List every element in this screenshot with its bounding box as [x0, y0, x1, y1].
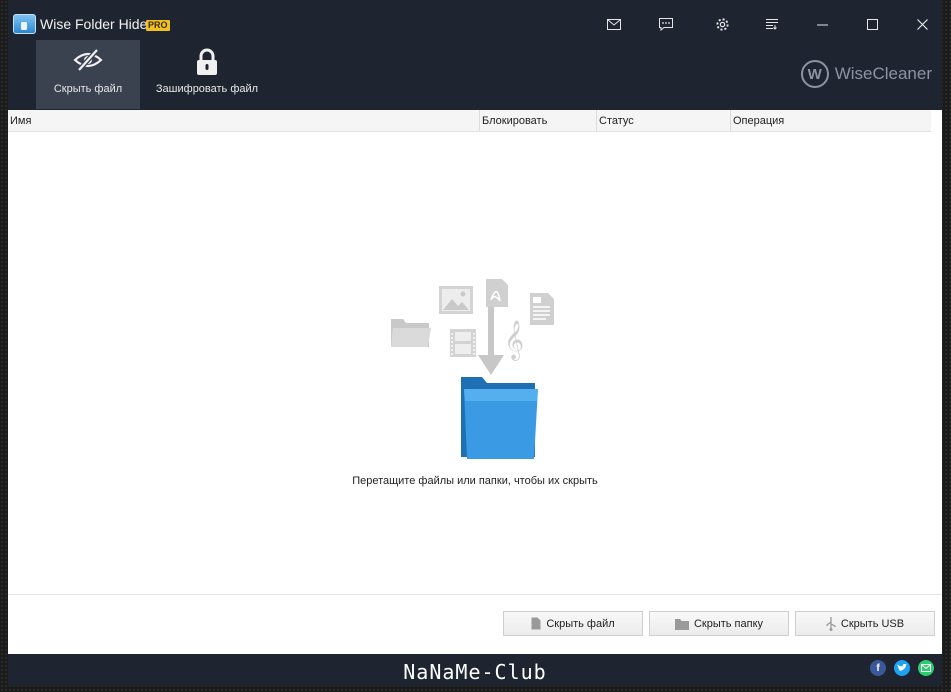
file-icon: [531, 617, 541, 630]
column-header-lock[interactable]: Блокировать: [479, 110, 596, 131]
menu-icon: [766, 19, 778, 30]
close-icon: [916, 18, 928, 30]
brand-name: WiseCleaner: [834, 64, 932, 83]
menu-button[interactable]: [754, 10, 790, 38]
title-bar[interactable]: Wise Folder Hider PRO: [8, 0, 942, 40]
hide-file-button[interactable]: Скрыть файл: [503, 611, 643, 636]
hide-file-tab[interactable]: Скрыть файл: [36, 40, 140, 109]
image-file-icon: [439, 286, 473, 314]
document-file-icon: [530, 293, 554, 325]
hide-folder-button-label: Скрыть папку: [693, 617, 764, 630]
video-file-icon: [450, 329, 476, 357]
column-header-status[interactable]: Статус: [596, 110, 730, 131]
app-window: Wise Folder Hider PRO Скрыть файл Зашифр…: [8, 0, 942, 686]
svg-text:𝄞: 𝄞: [504, 320, 524, 361]
settings-button[interactable]: [704, 10, 740, 38]
settings-icon: [715, 17, 729, 31]
maximize-icon: [866, 18, 878, 30]
feedback-icon: [659, 17, 673, 31]
column-header-name[interactable]: Имя: [8, 110, 479, 131]
minimize-icon: [816, 24, 828, 25]
main-toolbar: Скрыть файл Зашифровать файл W WiseClean…: [8, 40, 942, 109]
app-logo-icon: [13, 14, 36, 34]
folder-icon: [674, 618, 689, 630]
maximize-button[interactable]: [854, 10, 890, 38]
target-folder-icon: [461, 377, 538, 459]
pro-badge: PRO: [146, 20, 170, 31]
encrypt-file-tab-label: Зашифровать файл: [155, 83, 259, 95]
list-header: Имя Блокировать Статус Операция: [8, 110, 931, 132]
hide-usb-button[interactable]: Скрыть USB: [795, 611, 935, 636]
app-title: Wise Folder Hider: [40, 16, 153, 32]
drag-drop-illustration: 𝄞: [391, 279, 554, 459]
status-bar: NaNaMe-Club f: [8, 654, 942, 686]
minimize-button[interactable]: [804, 10, 840, 38]
lock-icon: [195, 48, 219, 79]
pdf-file-icon: [486, 279, 508, 307]
column-header-operation[interactable]: Операция: [730, 110, 931, 131]
drop-hint-text: Перетащите файлы или папки, чтобы их скр…: [352, 475, 598, 487]
email-share-icon[interactable]: [918, 660, 934, 676]
facebook-icon[interactable]: f: [870, 660, 886, 676]
arrow-down-icon: [478, 307, 504, 375]
hide-file-tab-label: Скрыть файл: [53, 83, 123, 95]
hide-file-button-label: Скрыть файл: [546, 617, 615, 630]
hide-usb-button-label: Скрыть USB: [840, 617, 905, 630]
wisecleaner-brand[interactable]: W WiseCleaner: [800, 60, 932, 88]
content-area: Имя Блокировать Статус Операция 𝄞 Перета…: [8, 110, 942, 655]
encrypt-file-tab[interactable]: Зашифровать файл: [148, 40, 266, 109]
twitter-icon[interactable]: [894, 660, 910, 676]
action-bar: Скрыть файл Скрыть папку Скрыть USB: [8, 594, 942, 655]
mail-icon: [607, 18, 621, 30]
drop-zone[interactable]: 𝄞 Перетащите файлы или папки, чтобы их с…: [8, 132, 942, 594]
watermark-text: NaNaMe-Club: [403, 660, 547, 684]
music-file-icon: 𝄞: [504, 320, 524, 361]
feedback-button[interactable]: [648, 10, 684, 38]
close-button[interactable]: [904, 10, 940, 38]
mail-button[interactable]: [596, 10, 632, 38]
usb-icon: [826, 616, 836, 631]
wisecleaner-logo-icon: W: [800, 60, 829, 88]
hidden-eye-icon: [73, 48, 103, 75]
folder-small-icon: [391, 319, 431, 347]
hide-folder-button[interactable]: Скрыть папку: [649, 611, 789, 636]
